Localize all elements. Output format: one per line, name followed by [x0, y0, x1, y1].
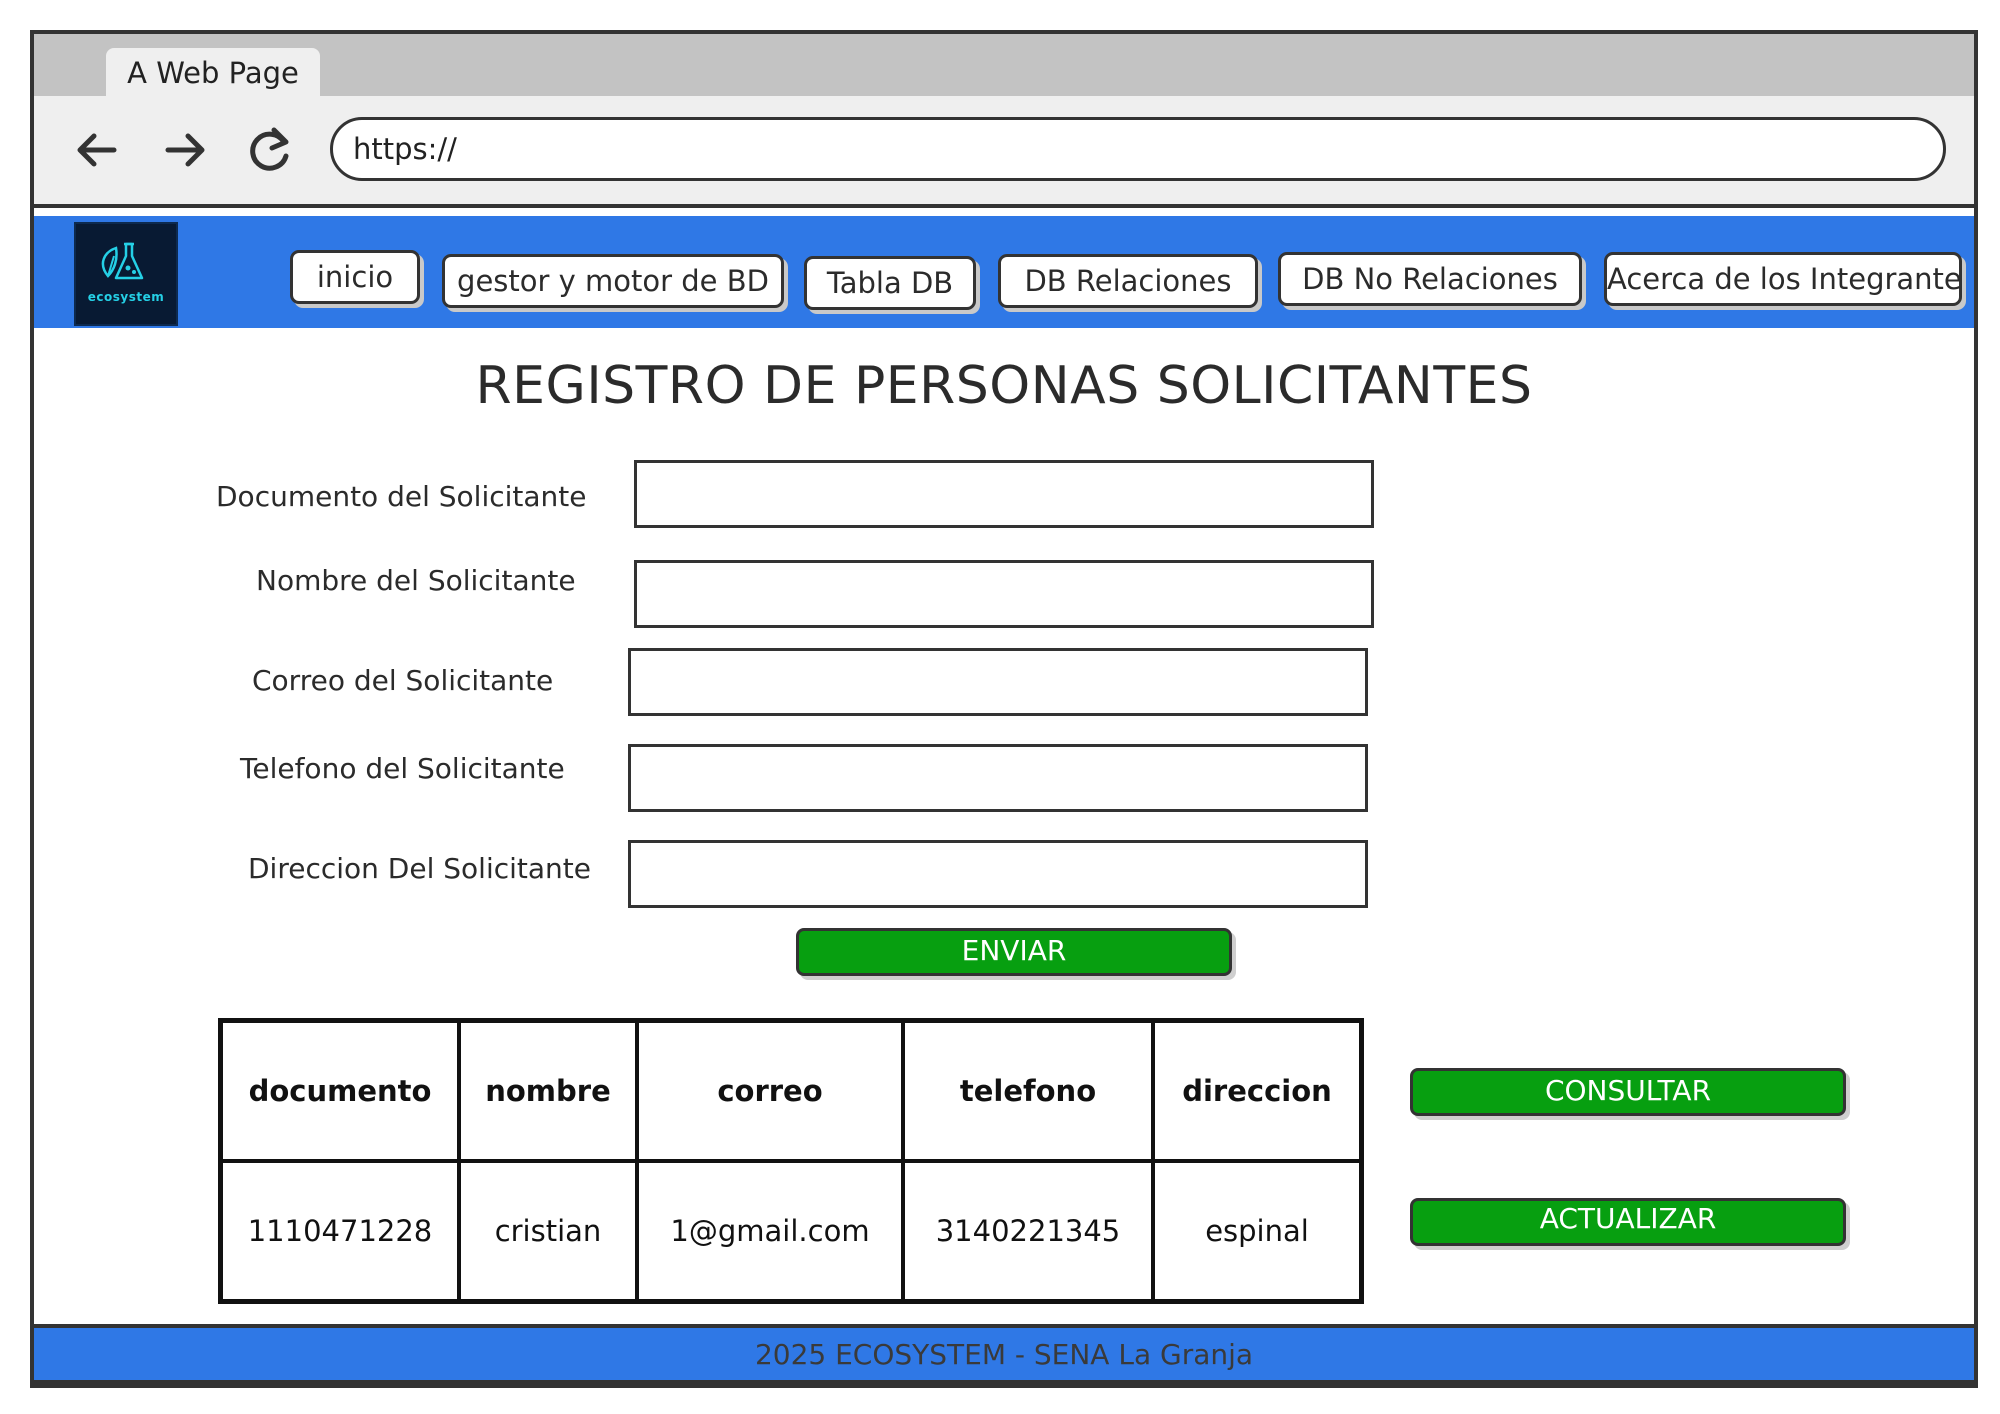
- phone-input[interactable]: [628, 744, 1368, 812]
- url-bar[interactable]: https://: [330, 117, 1946, 181]
- consultar-button[interactable]: CONSULTAR: [1410, 1068, 1846, 1116]
- address-input[interactable]: [628, 840, 1368, 908]
- browser-toolbar: https://: [34, 96, 1974, 208]
- table-cell-documento: 1110471228: [218, 1159, 461, 1304]
- nav-db-no-relaciones-button[interactable]: DB No Relaciones: [1278, 252, 1582, 306]
- app-header: ecosystem inicio gestor y motor de BD Ta…: [34, 216, 1974, 328]
- column-header-correo: correo: [635, 1018, 905, 1163]
- table-cell-nombre: cristian: [457, 1159, 639, 1304]
- document-input[interactable]: [634, 460, 1374, 528]
- forward-arrow-icon[interactable]: [158, 122, 214, 178]
- footer: 2025 ECOSYSTEM - SENA La Granja: [34, 1324, 1974, 1384]
- page-title: REGISTRO DE PERSONAS SOLICITANTES: [475, 356, 1533, 416]
- table-cell-telefono: 3140221345: [901, 1159, 1155, 1304]
- name-label: Nombre del Solicitante: [256, 564, 576, 597]
- reload-icon[interactable]: [242, 122, 298, 178]
- document-label: Documento del Solicitante: [216, 480, 587, 513]
- table-cell-correo: 1@gmail.com: [635, 1159, 905, 1304]
- column-header-direccion: direccion: [1151, 1018, 1364, 1163]
- browser-tabstrip: A Web Page: [34, 34, 1974, 98]
- flask-leaf-icon: [101, 242, 144, 280]
- solicitantes-table: documento nombre correo telefono direcci…: [218, 1018, 1364, 1304]
- table-header-row: documento nombre correo telefono direcci…: [218, 1018, 1364, 1163]
- column-header-telefono: telefono: [901, 1018, 1155, 1163]
- nav-tabla-db-button[interactable]: Tabla DB: [804, 256, 976, 310]
- browser-tab[interactable]: A Web Page: [106, 48, 320, 98]
- email-input[interactable]: [628, 648, 1368, 716]
- column-header-documento: documento: [218, 1018, 461, 1163]
- table-row[interactable]: 1110471228 cristian 1@gmail.com 31402213…: [218, 1159, 1364, 1304]
- column-header-nombre: nombre: [457, 1018, 639, 1163]
- nav-db-relaciones-button[interactable]: DB Relaciones: [998, 254, 1258, 308]
- nav-gestor-button[interactable]: gestor y motor de BD: [442, 254, 784, 308]
- actualizar-button[interactable]: ACTUALIZAR: [1410, 1198, 1846, 1246]
- logo[interactable]: ecosystem: [74, 222, 178, 326]
- address-label: Direccion Del Solicitante: [248, 852, 591, 885]
- name-input[interactable]: [634, 560, 1374, 628]
- browser-window: A Web Page https:// ecosystem inicio ges…: [30, 30, 1978, 1388]
- back-arrow-icon[interactable]: [68, 122, 124, 178]
- enviar-button[interactable]: ENVIAR: [796, 928, 1232, 976]
- nav-inicio-button[interactable]: inicio: [290, 250, 420, 304]
- logo-text: ecosystem: [87, 290, 165, 304]
- email-label: Correo del Solicitante: [252, 664, 554, 697]
- table-cell-direccion: espinal: [1151, 1159, 1364, 1304]
- nav-integrantes-button[interactable]: Acerca de los Integrante: [1604, 252, 1962, 306]
- phone-label: Telefono del Solicitante: [240, 752, 565, 785]
